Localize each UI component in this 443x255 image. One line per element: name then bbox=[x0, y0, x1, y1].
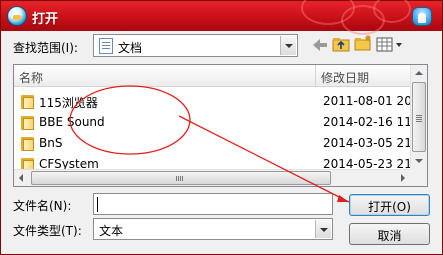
filename-input[interactable] bbox=[93, 193, 333, 215]
folder-icon bbox=[21, 115, 34, 130]
filetype-label: 文件类型(T): bbox=[13, 224, 82, 238]
filename-label: 文件名(N): bbox=[13, 199, 72, 213]
scroll-corner bbox=[410, 169, 427, 186]
up-folder-icon[interactable] bbox=[331, 35, 351, 53]
scroll-up-button[interactable] bbox=[411, 65, 427, 81]
look-in-dropdown[interactable]: 文档 bbox=[93, 34, 298, 57]
open-dialog: 打开 查找范围(I): 文档 名称 修改日期 115浏览器 2011-08-01… bbox=[0, 0, 443, 255]
chevron-down-icon[interactable] bbox=[315, 220, 331, 238]
file-row[interactable]: BnS 2014-03-05 21:3 bbox=[14, 133, 424, 154]
cancel-button[interactable]: 取消 bbox=[349, 223, 430, 245]
arrow-left-icon bbox=[19, 174, 23, 182]
horizontal-scroll-thumb[interactable] bbox=[31, 171, 331, 185]
new-folder-icon[interactable] bbox=[353, 34, 373, 52]
open-button-label: 打开(O) bbox=[368, 200, 411, 214]
folder-icon bbox=[21, 136, 34, 151]
title-decoration bbox=[373, 0, 411, 23]
app-icon bbox=[7, 6, 27, 26]
close-button[interactable] bbox=[412, 7, 432, 26]
look-in-value: 文档 bbox=[118, 41, 143, 55]
vertical-scroll-thumb[interactable] bbox=[412, 82, 426, 152]
file-name: BBE Sound bbox=[39, 115, 105, 129]
documents-folder-icon bbox=[99, 38, 113, 54]
column-header-name[interactable]: 名称 bbox=[14, 65, 316, 87]
scroll-left-button[interactable] bbox=[14, 170, 30, 186]
chevron-down-icon[interactable] bbox=[280, 36, 296, 55]
scroll-down-button[interactable] bbox=[411, 153, 427, 169]
file-name: BnS bbox=[39, 136, 63, 150]
filetype-dropdown[interactable]: 文本 bbox=[93, 218, 333, 240]
file-name: 115浏览器 bbox=[39, 96, 98, 110]
folder-icon bbox=[21, 94, 34, 109]
column-header-modified[interactable]: 修改日期 bbox=[316, 65, 412, 87]
cancel-button-label: 取消 bbox=[377, 229, 402, 243]
vertical-scrollbar[interactable] bbox=[410, 65, 427, 170]
open-button[interactable]: 打开(O) bbox=[349, 194, 430, 216]
arrow-up-icon bbox=[415, 71, 423, 75]
file-modified: 2014-02-16 11:5 bbox=[323, 115, 424, 129]
scroll-right-button[interactable] bbox=[395, 170, 411, 186]
file-modified: 2014-03-05 21:3 bbox=[323, 136, 424, 150]
horizontal-scrollbar[interactable] bbox=[14, 169, 412, 186]
column-modified-label: 修改日期 bbox=[321, 71, 370, 85]
file-row[interactable]: BBE Sound 2014-02-16 11:5 bbox=[14, 112, 424, 133]
back-arrow-icon[interactable] bbox=[310, 36, 330, 54]
look-in-label: 查找范围(I): bbox=[13, 41, 78, 55]
text-caret bbox=[97, 197, 98, 212]
file-modified: 2011-08-01 20:5 bbox=[323, 94, 424, 108]
file-list[interactable]: 名称 修改日期 115浏览器 2011-08-01 20:5 BBE Sound… bbox=[13, 64, 428, 187]
title-bar[interactable]: 打开 bbox=[1, 0, 442, 35]
file-row[interactable]: 115浏览器 2011-08-01 20:5 bbox=[14, 91, 424, 112]
view-menu-icon[interactable] bbox=[375, 36, 405, 54]
filetype-value: 文本 bbox=[99, 224, 124, 238]
arrow-right-icon bbox=[401, 174, 405, 182]
arrow-down-icon bbox=[415, 159, 423, 163]
column-name-label: 名称 bbox=[19, 71, 44, 85]
window-title: 打开 bbox=[32, 12, 59, 27]
